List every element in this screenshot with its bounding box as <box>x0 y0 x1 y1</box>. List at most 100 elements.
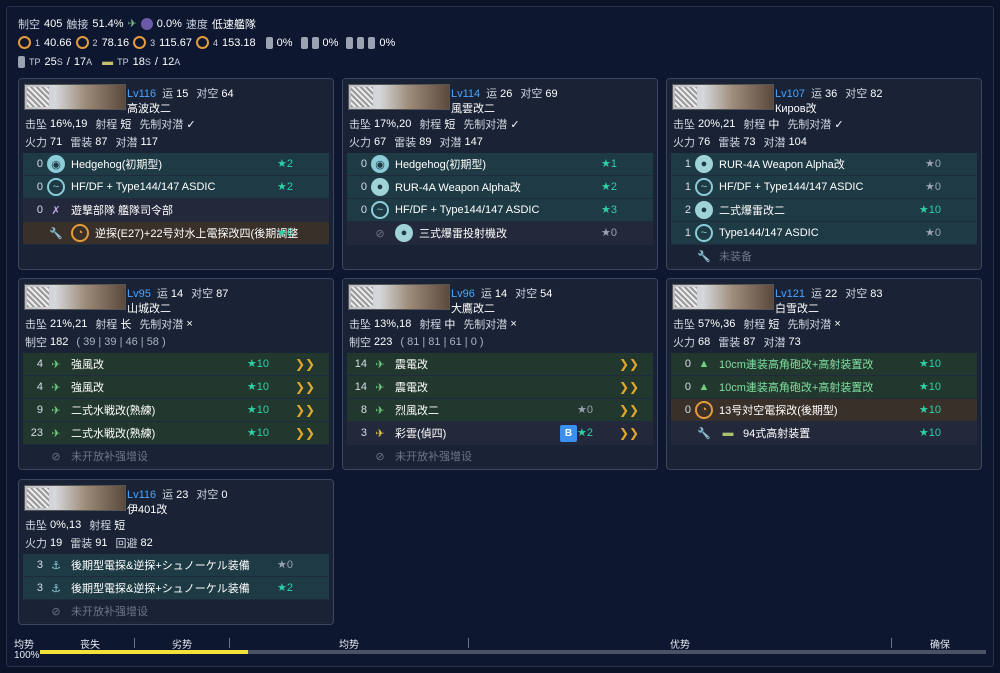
ship-card[interactable]: Lv95 运 14 对空 87 山城改二 击坠 21%,21 射程长先制对潜 × 制空 182 ( 39… <box>18 278 334 470</box>
depth-charge-icon: ● <box>695 201 713 219</box>
stat-label: 射程 <box>95 119 118 131</box>
aa-label: 对空 <box>196 489 219 501</box>
equipment-slot[interactable]: ⊘ 未开放补强增设 <box>23 445 329 468</box>
ship-card[interactable]: Lv107 运 36 对空 82 Киров改 击坠 20%,21 射程中先制对潜 ✓ 火力 76 雷装… <box>666 78 982 270</box>
stat-value: 67 <box>374 136 387 148</box>
stat-label: 射程 <box>89 520 112 532</box>
equipment-slot[interactable]: 0 ◉ Hedgehog(初期型) ★2 <box>23 153 329 176</box>
ship-header: Lv114 运 26 对空 69 風雲改二 <box>343 79 657 115</box>
tp2-a-value: 12 <box>161 55 175 68</box>
luck-value: 15 <box>176 88 189 100</box>
equipment-slot[interactable]: 8 ✈ 烈風改二 ★0 ❯❯ <box>347 399 653 422</box>
equipment-slot[interactable]: 23 ✈ 二式水戦改(熟練) ★10 ❯❯ <box>23 422 329 445</box>
equipment-name: Hedgehog(初期型) <box>71 159 163 171</box>
equipment-slot[interactable]: 9 ✈ 二式水戦改(熟練) ★10 ❯❯ <box>23 399 329 422</box>
improvement-star: ★6 <box>277 227 293 239</box>
improvement-star: ★2 <box>277 181 293 193</box>
stat-value: 182 <box>50 336 69 348</box>
slot-count: 0 <box>36 204 43 216</box>
slot-count: 3 <box>36 582 43 594</box>
ship-card[interactable]: Lv114 运 26 对空 69 風雲改二 击坠 17%,20 射程短先制对潜 ✓ 火力 67 雷装 89… <box>342 78 658 270</box>
improvement-star: ★10 <box>918 381 941 393</box>
aa-label: 对空 <box>520 88 543 100</box>
air-percent: 100% <box>14 650 40 661</box>
depth-charge-icon: ● <box>395 224 413 242</box>
drum-value-1: 0% <box>276 36 293 49</box>
stat-label: 雷装 <box>70 137 93 149</box>
equipment-slot[interactable]: 3 ⚓ 後期型電探&逆探+シュノーケル装備 ★0 <box>23 554 329 577</box>
stat-value: 76 <box>698 136 711 148</box>
slot-count: 1 <box>684 181 691 193</box>
stat-row: 火力 19 雷装 91 回避 82 <box>19 534 333 552</box>
ship-card[interactable]: Lv121 运 22 对空 83 白雪改二 击坠 57%,36 射程短先制对潜 × 火力 68 雷装 87… <box>666 278 982 470</box>
improvement-star: ★2 <box>277 582 293 594</box>
equipment-slot[interactable]: 4 ✈ 強風改 ★10 ❯❯ <box>23 376 329 399</box>
equipment-slot[interactable]: 4 ✈ 強風改 ★10 ❯❯ <box>23 353 329 376</box>
stat-label: 先制对潜 <box>463 119 508 131</box>
ship-card[interactable]: Lv116 运 15 对空 64 高波改二 击坠 16%,19 射程短先制对潜 ✓ 火力 71 雷装 87… <box>18 78 334 270</box>
stat-value: 20%,21 <box>698 118 736 130</box>
equipment-slot[interactable]: 0 ~ HF/DF + Type144/147 ASDIC ★2 <box>23 176 329 199</box>
aa-label: 对空 <box>845 288 868 300</box>
stat-label: 击坠 <box>349 319 371 331</box>
equipment-slot[interactable]: 3 ⚓ 後期型電探&逆探+シュノーケル装備 ★2 <box>23 577 329 600</box>
equipment-slot[interactable]: 1 ~ HF/DF + Type144/147 ASDIC ★0 <box>671 176 977 199</box>
slot-count: 1 <box>684 227 691 239</box>
ship-badge-icon <box>27 87 49 107</box>
improvement-star: ★10 <box>918 427 941 439</box>
equipment-slot[interactable]: 3 ✈ 彩雲(偵四) B ★2 ❯❯ <box>347 422 653 445</box>
ship-card[interactable]: Lv96 运 14 对空 54 大鷹改二 击坠 13%,18 射程中先制对潜 × 制空 223( 81… <box>342 278 658 470</box>
equipment-slot[interactable]: 0 ▲ 10cm連装高角砲改+高射装置改 ★10 <box>671 376 977 399</box>
stat-row: 击坠 13%,18 射程中先制对潜 × <box>343 315 657 333</box>
ship-badge-icon <box>351 87 373 107</box>
equipment-slot[interactable]: 14 ✈ 震電改 ❯❯ <box>347 353 653 376</box>
luck-label: 运 <box>156 288 168 300</box>
equipment-slot[interactable]: 1 ~ Type144/147 ASDIC ★0 <box>671 222 977 245</box>
equipment-slot[interactable]: ⊘ 未开放补强增设 <box>23 600 329 623</box>
stat-label: 对潜 <box>763 337 786 349</box>
ship-level-line: Lv107 运 36 对空 82 <box>775 85 890 101</box>
equipment-name: 震電改 <box>395 382 428 394</box>
ship-header: Lv121 运 22 对空 83 白雪改二 <box>667 279 981 315</box>
equipment-slot[interactable]: 0 ◉ Hedgehog(初期型) ★1 <box>347 153 653 176</box>
equipment-slot[interactable]: 2 ● 二式爆雷改二 ★10 <box>671 199 977 222</box>
stat-value: 73 <box>743 136 756 148</box>
drum-icon <box>265 36 273 49</box>
equipment-name: 未开放补强增设 <box>71 451 148 463</box>
equipment-name: 10cm連装高角砲改+高射装置改 <box>719 382 874 394</box>
air-state-label-denial: 劣势 <box>172 640 192 651</box>
equipment-slot[interactable]: 0 ~ HF/DF + Type144/147 ASDIC ★3 <box>347 199 653 222</box>
equipment-slot[interactable]: 🔧 ▬ 94式高射装置 ★10 <box>671 422 977 445</box>
equipment-slot[interactable]: ⊘ 未开放补强增设 <box>347 445 653 468</box>
seaplane-fighter-icon: ✈ <box>51 404 61 417</box>
equipment-slot[interactable]: 0 ● RUR-4A Weapon Alpha改 ★2 <box>347 176 653 199</box>
slot-count: 0 <box>360 158 367 170</box>
stat-value: 短 <box>768 319 780 331</box>
los-icon <box>133 36 147 49</box>
slot-count: 0 <box>360 204 367 216</box>
stat-value: 73 <box>788 336 801 348</box>
aa-value: 69 <box>545 88 558 100</box>
ship-level: Lv107 <box>775 88 805 100</box>
stat-label: 火力 <box>349 137 371 149</box>
equipment-slot[interactable]: 🔧 未装备 <box>671 245 977 268</box>
equipment-name: 彩雲(偵四) <box>395 428 447 440</box>
aa-value: 64 <box>221 88 234 100</box>
tp-drum-icon <box>18 55 25 68</box>
equipment-slot[interactable]: 14 ✈ 震電改 ❯❯ <box>347 376 653 399</box>
equipment-slot[interactable]: 0 ▲ 10cm連装高角砲改+高射装置改 ★10 <box>671 353 977 376</box>
equipment-slot[interactable]: 1 ● RUR-4A Weapon Alpha改 ★0 <box>671 153 977 176</box>
equipment-name: RUR-4A Weapon Alpha改 <box>719 159 845 171</box>
equipment-list: 14 ✈ 震電改 ❯❯ 14 ✈ 震電改 ❯❯ 8 ✈ 烈風改二 ★0 ❯❯ 3 ✈ 彩雲(偵四) B ★2 ❯❯ ⊘… <box>343 351 657 472</box>
equipment-name: 後期型電探&逆探+シュノーケル装備 <box>71 560 250 572</box>
equipment-slot[interactable]: ⊘ ● 三式爆雷投射機改 ★0 <box>347 222 653 245</box>
drum-icon <box>311 36 319 49</box>
equipment-slot[interactable]: 0 ◔ 13号対空電探改(後期型) ★10 <box>671 399 977 422</box>
improvement-star: ★10 <box>918 358 941 370</box>
ship-card[interactable]: Lv116 运 23 对空 0 伊401改 击坠 0%,13 射程短火力 19 雷装 91 回避 82 3 ⚓… <box>18 479 334 625</box>
equipment-slot[interactable]: 0 ✗ 遊撃部隊 艦隊司令部 <box>23 199 329 222</box>
equipment-slot[interactable]: 🔧 ◔ 逆探(E27)+22号対水上電探改四(後期調整 ★6 <box>23 222 329 245</box>
los-value-4: 153.18 <box>221 36 256 49</box>
ship-badge-icon <box>351 287 373 307</box>
stat-label: 雷装 <box>718 337 741 349</box>
